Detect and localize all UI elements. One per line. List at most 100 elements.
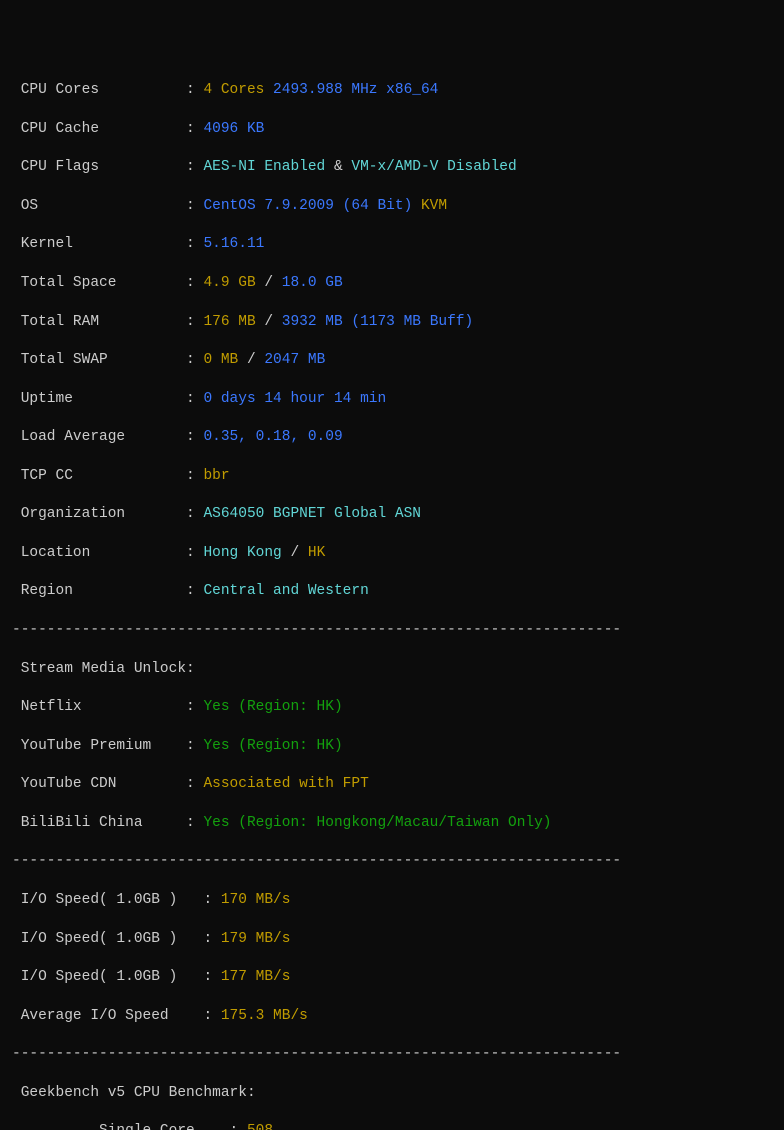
- row-geekbench-header: Geekbench v5 CPU Benchmark:: [12, 1084, 772, 1103]
- colon: :: [203, 931, 220, 947]
- label-total-space: Total Space: [12, 274, 186, 293]
- label-tcp-cc: TCP CC: [12, 467, 186, 486]
- label-cpu-cache: CPU Cache: [12, 120, 186, 139]
- label-os: OS: [12, 197, 186, 216]
- row-cpu-flags: CPU Flags : AES-NI Enabled & VM-x/AMD-V …: [12, 158, 772, 177]
- value-cpu-cache: 4096 KB: [203, 121, 264, 137]
- label-netflix: Netflix: [12, 698, 186, 717]
- value-swap-used: 0 MB: [203, 352, 238, 368]
- label-organization: Organization: [12, 505, 186, 524]
- colon: :: [186, 275, 203, 291]
- label-youtube-premium: YouTube Premium: [12, 737, 186, 756]
- label-io2: I/O Speed( 1.0GB ): [12, 930, 186, 949]
- value-loc-sep: /: [282, 545, 308, 561]
- row-cpu-cores: CPU Cores : 4 Cores 2493.988 MHz x86_64: [12, 81, 772, 100]
- colon: :: [186, 738, 203, 754]
- colon: :: [186, 661, 203, 677]
- label-single-core: Single Core: [12, 1122, 212, 1130]
- row-stream-header: Stream Media Unlock:: [12, 660, 772, 679]
- label-region: Region: [12, 582, 186, 601]
- colon: :: [186, 699, 203, 715]
- row-single-core: Single Core : 508: [12, 1122, 772, 1130]
- colon: :: [186, 198, 203, 214]
- value-netflix: Yes (Region: HK): [203, 699, 342, 715]
- row-cpu-cache: CPU Cache : 4096 KB: [12, 120, 772, 139]
- value-cpu-cores-count: 4 Cores: [203, 82, 264, 98]
- colon: :: [186, 236, 203, 252]
- value-load-average: 0.35, 0.18, 0.09: [203, 429, 342, 445]
- colon: :: [203, 1008, 220, 1024]
- row-io3: I/O Speed( 1.0GB ) : 177 MB/s: [12, 968, 772, 987]
- row-youtube-premium: YouTube Premium : Yes (Region: HK): [12, 737, 772, 756]
- separator-line: ----------------------------------------…: [12, 621, 772, 640]
- row-total-swap: Total SWAP : 0 MB / 2047 MB: [12, 351, 772, 370]
- colon: :: [186, 159, 203, 175]
- row-load-average: Load Average : 0.35, 0.18, 0.09: [12, 428, 772, 447]
- row-io2: I/O Speed( 1.0GB ) : 179 MB/s: [12, 930, 772, 949]
- value-loc-cc: HK: [308, 545, 325, 561]
- label-kernel: Kernel: [12, 235, 186, 254]
- value-io-avg: 175.3 MB/s: [221, 1008, 308, 1024]
- value-space-total: 18.0 GB: [282, 275, 343, 291]
- row-io-avg: Average I/O Speed : 175.3 MB/s: [12, 1007, 772, 1026]
- value-swap-sep: /: [238, 352, 264, 368]
- colon: :: [186, 314, 203, 330]
- row-io1: I/O Speed( 1.0GB ) : 170 MB/s: [12, 891, 772, 910]
- value-ram-used: 176 MB: [203, 314, 255, 330]
- value-organization: AS64050 BGPNET Global ASN: [203, 506, 421, 522]
- colon: :: [186, 82, 203, 98]
- value-io3: 177 MB/s: [221, 969, 291, 985]
- value-cpu-cores-freq: 2493.988 MHz x86_64: [264, 82, 438, 98]
- value-youtube-premium: Yes (Region: HK): [203, 738, 342, 754]
- row-total-space: Total Space : 4.9 GB / 18.0 GB: [12, 274, 772, 293]
- label-bilibili: BiliBili China: [12, 814, 186, 833]
- label-cpu-flags: CPU Flags: [12, 158, 186, 177]
- label-youtube-cdn: YouTube CDN: [12, 775, 186, 794]
- row-os: OS : CentOS 7.9.2009 (64 Bit) KVM: [12, 197, 772, 216]
- value-cpu-flags-vmx: VM-x/AMD-V Disabled: [351, 159, 516, 175]
- value-os-name: CentOS 7.9.2009 (64 Bit): [203, 198, 412, 214]
- value-bilibili: Yes (Region: Hongkong/Macau/Taiwan Only): [203, 815, 551, 831]
- label-io1: I/O Speed( 1.0GB ): [12, 891, 186, 910]
- row-kernel: Kernel : 5.16.11: [12, 235, 772, 254]
- value-os-virt: KVM: [412, 198, 447, 214]
- colon: :: [203, 969, 220, 985]
- separator-line: ----------------------------------------…: [12, 1045, 772, 1064]
- value-cpu-flags-aes: AES-NI Enabled: [203, 159, 325, 175]
- colon: :: [230, 1123, 247, 1130]
- colon: :: [186, 776, 203, 792]
- value-youtube-cdn: Associated with FPT: [203, 776, 368, 792]
- label-total-ram: Total RAM: [12, 313, 186, 332]
- value-tcp-cc: bbr: [203, 468, 229, 484]
- value-kernel: 5.16.11: [203, 236, 264, 252]
- row-total-ram: Total RAM : 176 MB / 3932 MB (1173 MB Bu…: [12, 313, 772, 332]
- label-geekbench: Geekbench v5 CPU Benchmark:: [12, 1084, 256, 1103]
- label-cpu-cores: CPU Cores: [12, 81, 186, 100]
- value-swap-total: 2047 MB: [264, 352, 325, 368]
- row-bilibili: BiliBili China : Yes (Region: Hongkong/M…: [12, 814, 772, 833]
- label-io-avg: Average I/O Speed: [12, 1007, 186, 1026]
- row-netflix: Netflix : Yes (Region: HK): [12, 698, 772, 717]
- label-io3: I/O Speed( 1.0GB ): [12, 968, 186, 987]
- row-youtube-cdn: YouTube CDN : Associated with FPT: [12, 775, 772, 794]
- row-uptime: Uptime : 0 days 14 hour 14 min: [12, 390, 772, 409]
- value-space-sep: /: [256, 275, 282, 291]
- colon: :: [186, 121, 203, 137]
- value-ram-sep: /: [256, 314, 282, 330]
- separator-line: ----------------------------------------…: [12, 852, 772, 871]
- value-io1: 170 MB/s: [221, 892, 291, 908]
- label-load-average: Load Average: [12, 428, 186, 447]
- colon: :: [186, 391, 203, 407]
- value-region: Central and Western: [203, 583, 368, 599]
- value-loc-city: Hong Kong: [203, 545, 281, 561]
- colon: :: [186, 583, 203, 599]
- value-space-used: 4.9 GB: [203, 275, 255, 291]
- row-location: Location : Hong Kong / HK: [12, 544, 772, 563]
- value-cpu-flags-and: &: [325, 159, 351, 175]
- value-single-core: 508: [247, 1123, 273, 1130]
- row-organization: Organization : AS64050 BGPNET Global ASN: [12, 505, 772, 524]
- row-tcp-cc: TCP CC : bbr: [12, 467, 772, 486]
- colon: :: [186, 506, 203, 522]
- label-total-swap: Total SWAP: [12, 351, 186, 370]
- colon: :: [186, 815, 203, 831]
